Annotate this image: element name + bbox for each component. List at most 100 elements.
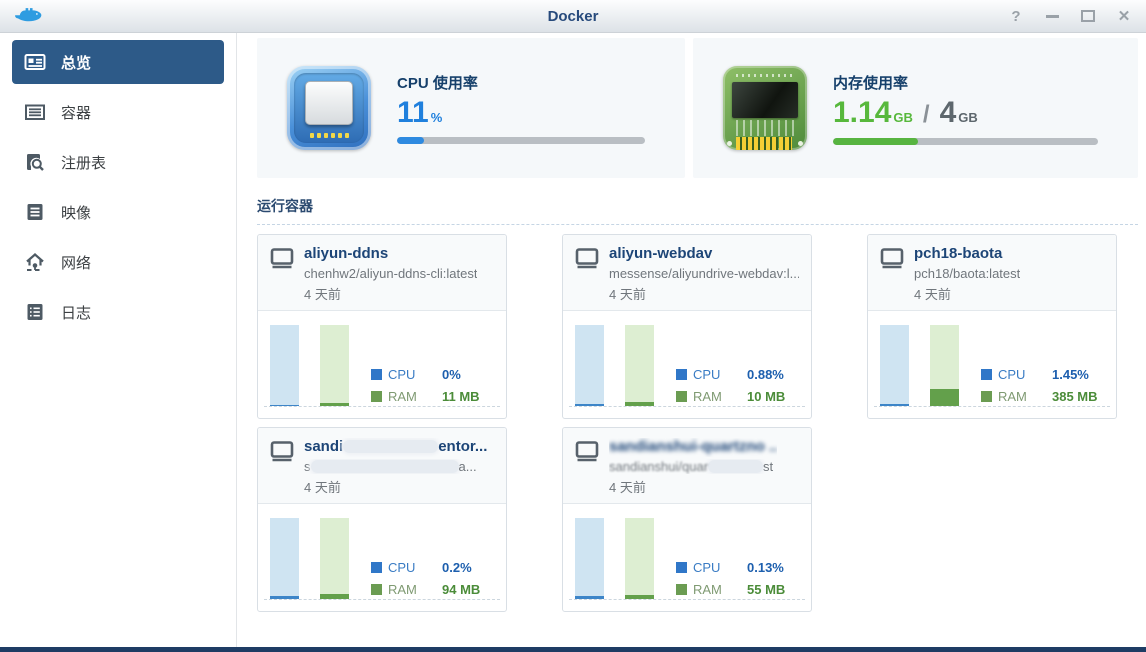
container-icon (24, 101, 46, 123)
ram-legend-label: RAM (998, 389, 1052, 404)
cpu-progress-fill (397, 137, 424, 144)
cpu-value: 0.88% (747, 367, 785, 382)
container-age: 4 天前 (609, 477, 777, 496)
help-button[interactable]: ? (1008, 8, 1024, 24)
ram-mini-chart (625, 325, 654, 406)
sidebar-item-images[interactable]: 映像 (0, 187, 236, 237)
cpu-usage-title: CPU 使用率 (397, 72, 645, 93)
ram-value: 94 MB (442, 582, 480, 597)
cpu-value: 0.2% (442, 560, 480, 575)
chart-baseline (569, 406, 805, 407)
chart-baseline (264, 406, 500, 407)
card-header: sandientor... sa... 4 天前 (258, 428, 506, 504)
chart-baseline (874, 406, 1110, 407)
redaction-smudge (311, 460, 459, 473)
container-monitor-icon (880, 245, 904, 303)
chart-baseline (264, 599, 500, 600)
ram-legend-label: RAM (388, 582, 442, 597)
content-row: 总览 容器 注册表 映像 (0, 33, 1146, 647)
memory-used-unit: GB (893, 110, 913, 125)
bottom-accent-bar (0, 647, 1146, 652)
ram-mini-chart (320, 325, 349, 406)
container-age: 4 天前 (914, 284, 1020, 303)
ram-legend-swatch (371, 391, 382, 402)
sidebar: 总览 容器 注册表 映像 (0, 33, 237, 647)
close-button[interactable]: ✕ (1116, 8, 1132, 24)
cpu-mini-chart (575, 518, 604, 599)
container-monitor-icon (575, 245, 599, 303)
sidebar-item-label: 网络 (61, 252, 91, 273)
container-monitor-icon (575, 438, 599, 496)
cpu-legend-swatch (676, 562, 687, 573)
sidebar-item-label: 日志 (61, 302, 91, 323)
cpu-value: 0% (442, 367, 480, 382)
sidebar-item-overview[interactable]: 总览 (12, 40, 224, 84)
ram-legend-swatch (676, 584, 687, 595)
card-header: sandianshui-quartzno .. sandianshui/quar… (563, 428, 811, 504)
sidebar-item-logs[interactable]: 日志 (0, 287, 236, 337)
ram-value: 10 MB (747, 389, 785, 404)
minimize-button[interactable] (1044, 8, 1060, 24)
container-image: sandianshui/quarst (609, 459, 777, 474)
cpu-legend-label: CPU (693, 560, 747, 575)
memory-total-unit: GB (958, 110, 978, 125)
container-card-aliyun-webdav[interactable]: aliyun-webdav messense/aliyundrive-webda… (562, 234, 812, 419)
sidebar-item-registry[interactable]: 注册表 (0, 137, 236, 187)
main-content: CPU 使用率 11 % (237, 33, 1146, 647)
card-body: CPU 0% RAM 11 MB (258, 311, 506, 418)
sidebar-item-label: 总览 (61, 52, 91, 73)
ram-legend-swatch (371, 584, 382, 595)
container-image: sa... (304, 459, 487, 474)
ram-mini-chart (625, 518, 654, 599)
ram-legend-swatch (676, 391, 687, 402)
card-legend: CPU 0% RAM 11 MB (371, 367, 480, 404)
memory-usage-panel: 内存使用率 1.14 GB / 4 GB (693, 38, 1138, 178)
cpu-value: 1.45% (1052, 367, 1098, 382)
cpu-legend-label: CPU (388, 560, 442, 575)
cpu-mini-chart (880, 325, 909, 406)
cpu-mini-chart (270, 325, 299, 406)
sidebar-item-label: 注册表 (61, 152, 106, 173)
ram-mini-chart (930, 325, 959, 406)
container-age: 4 天前 (304, 477, 487, 496)
ram-legend-label: RAM (388, 389, 442, 404)
sidebar-item-label: 映像 (61, 202, 91, 223)
redaction-smudge (708, 460, 763, 473)
memory-progress-fill (833, 138, 918, 145)
memory-separator: / (923, 101, 930, 129)
overview-icon (24, 51, 46, 73)
container-name: pch18-baota (914, 245, 1020, 264)
cpu-usage-value: 11 % (397, 98, 645, 128)
cpu-chip-icon (287, 66, 371, 150)
container-card-redacted-2[interactable]: sandianshui-quartzno .. sandianshui/quar… (562, 427, 812, 612)
sidebar-item-label: 容器 (61, 102, 91, 123)
ram-chip-icon (723, 66, 807, 150)
container-name: aliyun-webdav (609, 245, 799, 264)
card-legend: CPU 0.13% RAM 55 MB (676, 560, 785, 597)
log-icon (24, 301, 46, 323)
network-icon (24, 251, 46, 273)
docker-app-window: Docker ? ✕ 总览 容器 (0, 0, 1146, 652)
container-name: sandientor... (304, 438, 487, 457)
ram-mini-chart (320, 518, 349, 599)
container-age: 4 天前 (609, 284, 799, 303)
container-monitor-icon (270, 438, 294, 496)
container-card-aliyun-ddns[interactable]: aliyun-ddns chenhw2/aliyun-ddns-cli:late… (257, 234, 507, 419)
window-title: Docker (0, 8, 1146, 25)
container-card-pch18-baota[interactable]: pch18-baota pch18/baota:latest 4 天前 CPU … (867, 234, 1117, 419)
sidebar-item-containers[interactable]: 容器 (0, 87, 236, 137)
card-body: CPU 0.88% RAM 10 MB (563, 311, 811, 418)
cpu-legend-swatch (676, 369, 687, 380)
cpu-legend-label: CPU (998, 367, 1052, 382)
container-card-redacted-1[interactable]: sandientor... sa... 4 天前 CPU 0.2% (257, 427, 507, 612)
container-cards-grid: aliyun-ddns chenhw2/aliyun-ddns-cli:late… (257, 234, 1138, 612)
maximize-button[interactable] (1080, 8, 1096, 24)
titlebar: Docker ? ✕ (0, 0, 1146, 33)
container-age: 4 天前 (304, 284, 477, 303)
card-header: aliyun-ddns chenhw2/aliyun-ddns-cli:late… (258, 235, 506, 311)
cpu-mini-chart (270, 518, 299, 599)
cpu-percent-value: 11 (397, 98, 429, 128)
window-controls: ? ✕ (1008, 8, 1132, 24)
image-list-icon (24, 201, 46, 223)
sidebar-item-network[interactable]: 网络 (0, 237, 236, 287)
